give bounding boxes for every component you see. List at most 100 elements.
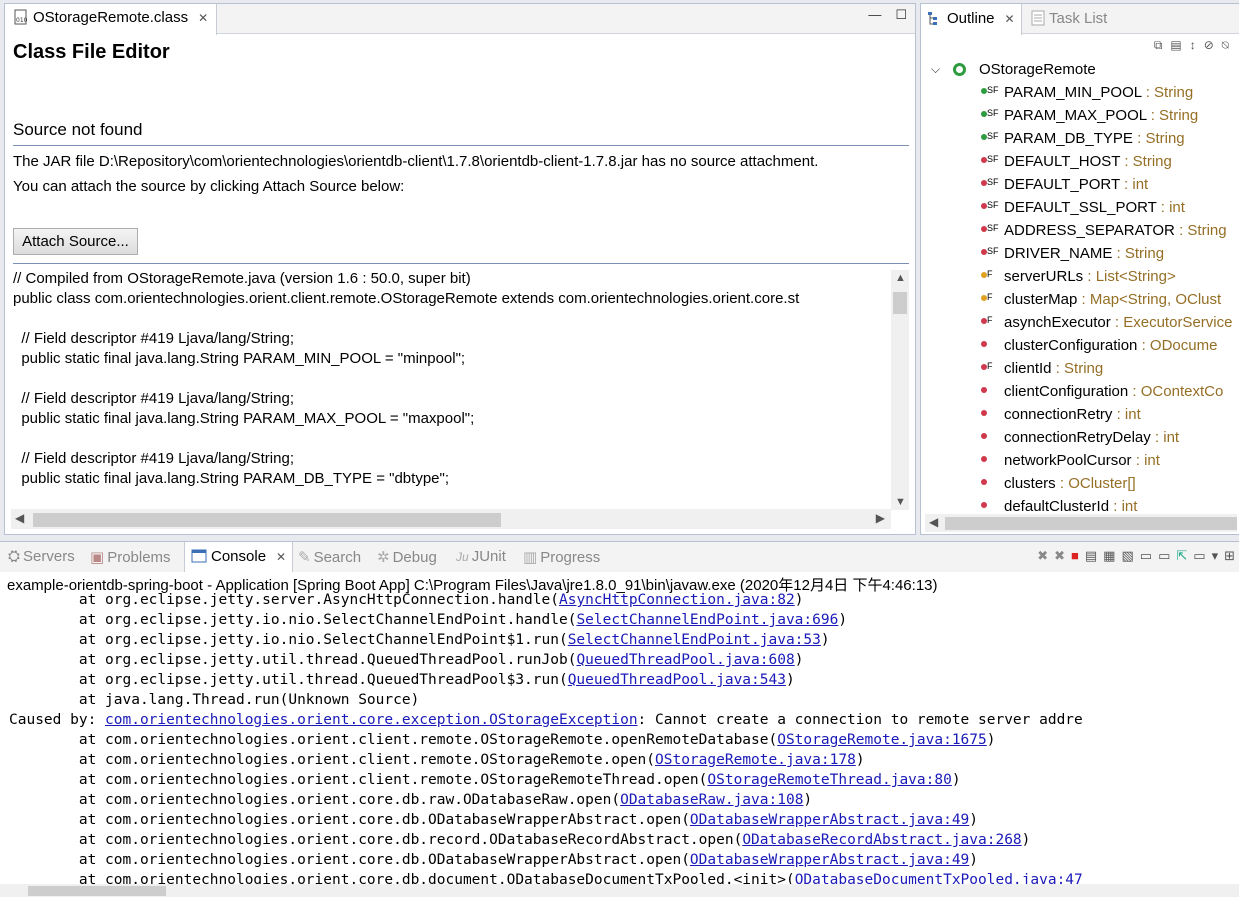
stacktrace-link[interactable]: AsyncHttpConnection.java:82 [559,592,795,608]
show-on-stderr-icon[interactable]: ▭ [1158,548,1170,564]
horizontal-scrollbar[interactable] [0,884,1239,897]
stacktrace-link[interactable]: OStorageRemote.java:178 [655,752,856,768]
outline-field-item[interactable]: SF PARAM_MAX_POOL : String [921,104,1239,127]
stacktrace-link[interactable]: OStorageRemote.java:1675 [777,732,987,748]
outline-field-item[interactable]: clientConfiguration : OContextCo [921,380,1239,403]
hide-nonpublic-icon[interactable]: ⊘ [1204,38,1214,53]
horizontal-scrollbar[interactable]: ◀ [925,514,1237,532]
field-icon: SF [981,85,999,97]
pin-console-icon[interactable]: ⇱ [1176,548,1187,564]
terminate-icon[interactable]: ✖ [1037,548,1048,564]
scroll-up-icon[interactable]: ▲ [895,272,906,284]
new-console-icon[interactable]: ⊞ [1224,548,1235,564]
tab-progress[interactable]: ▥ Progress [523,548,600,567]
field-label: DRIVER_NAME : String [1004,245,1165,262]
attach-source-button[interactable]: Attach Source... [13,228,138,255]
stacktrace-link[interactable]: SelectChannelEndPoint.java:53 [568,632,821,648]
field-icon: SF [981,177,999,189]
scroll-down-icon[interactable]: ▼ [895,496,906,508]
outline-field-item[interactable]: FserverURLs : List<String> [921,265,1239,288]
field-icon: SF [981,200,999,212]
horizontal-scrollbar[interactable]: ◀ ▶ [11,509,891,529]
scroll-left-icon[interactable]: ◀ [929,515,938,529]
outline-field-item[interactable]: clusterConfiguration : ODocume [921,334,1239,357]
console-line: at org.eclipse.jetty.io.nio.SelectChanne… [9,632,830,648]
scroll-right-icon[interactable]: ▶ [876,511,885,525]
stacktrace-link[interactable]: ODatabaseWrapperAbstract.java:49 [690,812,969,828]
stop-icon[interactable]: ■ [1071,548,1079,564]
stacktrace-link[interactable]: ODatabaseDocumentTxPooled.java:47 [795,872,1083,884]
stacktrace-link[interactable]: com.orientechnologies.orient.core.except… [105,712,638,728]
outline-field-item[interactable]: SF DEFAULT_PORT : int [921,173,1239,196]
tab-label: Problems [107,548,171,566]
outline-field-item[interactable]: connectionRetry : int [921,403,1239,426]
stacktrace-link[interactable]: ODatabaseWrapperAbstract.java:49 [690,852,969,868]
clear-console-icon[interactable]: ▤ [1085,548,1097,564]
outline-field-item[interactable]: clusters : OCluster[] [921,472,1239,495]
tab-servers[interactable]: ⛭ Servers [8,548,75,565]
scroll-left-icon[interactable]: ◀ [15,511,24,525]
outline-field-item[interactable]: connectionRetryDelay : int [921,426,1239,449]
tab-junit[interactable]: Ju JUnit [456,548,506,565]
scroll-lock-icon[interactable]: ▦ [1103,548,1115,564]
scroll-thumb[interactable] [893,292,907,314]
field-icon: SF [981,108,999,120]
code-line: public static final java.lang.String PAR… [13,470,449,487]
console-line: at com.orientechnologies.orient.core.db.… [9,812,979,828]
remove-all-terminated-icon[interactable]: ✖ [1054,548,1065,564]
bytecode-view[interactable]: // Compiled from OStorageRemote.java (ve… [5,267,895,509]
outline-field-item[interactable]: SF DRIVER_NAME : String [921,242,1239,265]
tree-root[interactable]: ⌵ OStorageRemote [921,58,1239,81]
stacktrace-link[interactable]: ODatabaseRaw.java:108 [620,792,803,808]
stacktrace-link[interactable]: QueuedThreadPool.java:543 [568,672,786,688]
stacktrace-link[interactable]: OStorageRemoteThread.java:80 [707,772,951,788]
field-label: PARAM_DB_TYPE : String [1004,130,1185,147]
outline-field-item[interactable]: networkPoolCursor : int [921,449,1239,472]
class-file-icon: 010 [14,9,28,25]
tab-task-list[interactable]: Task List [1031,10,1107,27]
scroll-thumb[interactable] [28,886,166,896]
field-icon: SF [981,131,999,143]
show-on-stdout-icon[interactable]: ▭ [1140,548,1152,564]
console-output[interactable]: at org.eclipse.jetty.server.AsyncHttpCon… [0,590,1239,884]
outline-field-item[interactable]: SF PARAM_MIN_POOL : String [921,81,1239,104]
class-file-editor: 010 OStorageRemote.class ✕ — ☐ Class Fil… [4,3,916,535]
tab-search[interactable]: ✎ Search [298,548,361,567]
scroll-thumb[interactable] [33,513,501,527]
chevron-down-icon[interactable]: ▾ [1212,548,1219,564]
tab-outline[interactable]: Outline ✕ [921,4,1022,35]
scroll-thumb[interactable] [945,517,1237,530]
hide-fields-icon[interactable]: ▤ [1170,38,1181,53]
outline-field-item[interactable]: SF PARAM_DB_TYPE : String [921,127,1239,150]
editor-tab[interactable]: 010 OStorageRemote.class ✕ [5,4,218,35]
outline-field-item[interactable]: SF DEFAULT_SSL_PORT : int [921,196,1239,219]
stacktrace-link[interactable]: SelectChannelEndPoint.java:696 [576,612,838,628]
hide-static-icon[interactable]: ⍉ [1222,38,1229,53]
tab-debug[interactable]: ✲ Debug [377,548,437,567]
chevron-down-icon[interactable]: ⌵ [931,58,940,81]
field-label: serverURLs : List<String> [1004,268,1176,285]
sort-icon[interactable]: ↕ [1190,38,1196,53]
outline-field-item[interactable]: FasynchExecutor : ExecutorService [921,311,1239,334]
collapse-all-icon[interactable]: ⧉ [1154,38,1163,53]
vertical-scrollbar[interactable]: ▲ ▼ [891,270,909,510]
outline-field-item[interactable]: SF DEFAULT_HOST : String [921,150,1239,173]
stacktrace-link[interactable]: QueuedThreadPool.java:608 [576,652,794,668]
outline-field-item[interactable]: FclientId : String [921,357,1239,380]
close-icon[interactable]: ✕ [198,11,208,25]
tab-problems[interactable]: ▣ Problems [90,548,171,567]
close-icon[interactable]: ✕ [276,550,286,572]
tree-root-label: OStorageRemote [979,61,1096,78]
close-icon[interactable]: ✕ [1005,12,1015,35]
outline-field-item[interactable]: defaultClusterId : int [921,495,1239,514]
word-wrap-icon[interactable]: ▧ [1121,548,1133,564]
stacktrace-link[interactable]: ODatabaseRecordAbstract.java:268 [742,832,1021,848]
outline-field-item[interactable]: FclusterMap : Map<String, OClust [921,288,1239,311]
minimize-icon[interactable]: — [868,7,881,23]
maximize-icon[interactable]: ☐ [895,7,907,23]
servers-icon: ⛭ [8,548,21,565]
tab-console[interactable]: Console ✕ [184,542,294,572]
display-console-icon[interactable]: ▭ [1193,548,1205,564]
outline-field-item[interactable]: SF ADDRESS_SEPARATOR : String [921,219,1239,242]
tab-label: JUnit [471,548,506,565]
